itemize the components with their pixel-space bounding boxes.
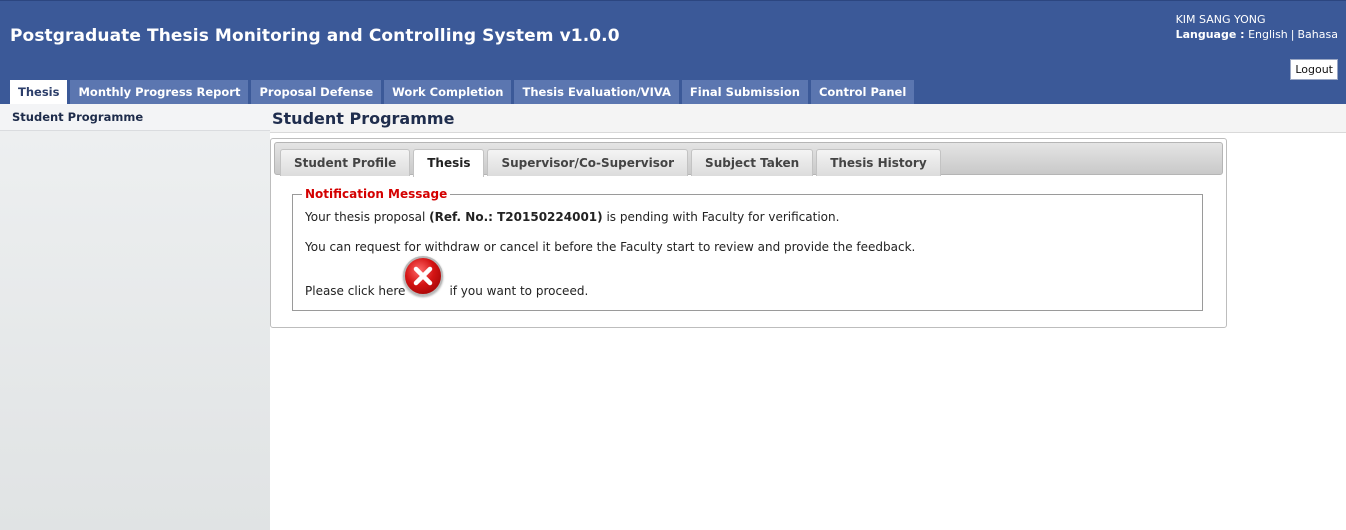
tab-student-profile[interactable]: Student Profile — [280, 149, 411, 176]
language-label: Language : — [1175, 28, 1245, 41]
pending-text-prefix: Your thesis proposal — [305, 210, 430, 224]
language-english-link[interactable]: English — [1248, 28, 1288, 41]
language-bahasa-link[interactable]: Bahasa — [1298, 28, 1338, 41]
subtab-list: Student Profile Thesis Supervisor/Co-Sup… — [280, 149, 944, 177]
page-title: Student Programme — [270, 104, 1346, 133]
nav-tab-work-completion[interactable]: Work Completion — [384, 80, 512, 104]
tab-supervisor-co-supervisor[interactable]: Supervisor/Co-Supervisor — [487, 149, 689, 176]
pending-text-suffix: is pending with Faculty for verification… — [602, 210, 840, 224]
app-title: Postgraduate Thesis Monitoring and Contr… — [10, 26, 620, 46]
nav-tab-thesis[interactable]: Thesis — [10, 80, 68, 104]
notification-line-pending: Your thesis proposal (Ref. No.: T2015022… — [305, 210, 839, 224]
proceed-text-prefix: Please click here — [305, 284, 406, 298]
user-box: KIM SANG YONG Language : English | Bahasa — [1176, 12, 1338, 42]
user-name: KIM SANG YONG — [1175, 13, 1266, 26]
notification-legend: Notification Message — [302, 187, 451, 201]
thesis-panel: Student Profile Thesis Supervisor/Co-Sup… — [270, 138, 1227, 328]
logout-button[interactable]: Logout — [1290, 59, 1338, 80]
notification-box: Notification Message Your thesis proposa… — [292, 187, 1203, 311]
nav-tab-proposal-defense[interactable]: Proposal Defense — [251, 80, 382, 104]
tab-subject-taken[interactable]: Subject Taken — [691, 149, 814, 176]
main-content: Student Programme Student Profile Thesis… — [270, 104, 1346, 530]
subtab-bar: Student Profile Thesis Supervisor/Co-Sup… — [274, 142, 1223, 177]
cancel-x-glyph — [413, 266, 433, 286]
proceed-text-suffix: if you want to proceed. — [449, 284, 589, 298]
nav-tab-thesis-evaluation-viva[interactable]: Thesis Evaluation/VIVA — [514, 80, 679, 104]
notification-line-proceed: Please click here if you want to proceed. — [305, 284, 588, 298]
nav-tab-monthly-progress-report[interactable]: Monthly Progress Report — [70, 80, 249, 104]
language-separator: | — [1290, 28, 1295, 41]
nav-tab-final-submission[interactable]: Final Submission — [681, 80, 808, 104]
nav-tab-control-panel[interactable]: Control Panel — [810, 80, 915, 104]
sidebar: Student Programme — [0, 104, 270, 530]
reference-number: (Ref. No.: T20150224001) — [429, 210, 603, 224]
tab-thesis[interactable]: Thesis — [413, 149, 485, 177]
tab-thesis-history[interactable]: Thesis History — [816, 149, 941, 176]
cancel-x-icon[interactable] — [403, 256, 443, 296]
notification-line-withdraw: You can request for withdraw or cancel i… — [305, 240, 916, 254]
language-row: Language : English | Bahasa — [1176, 28, 1338, 41]
main-nav: Thesis Monthly Progress Report Proposal … — [10, 80, 917, 104]
sidebar-item-student-programme[interactable]: Student Programme — [0, 104, 270, 131]
